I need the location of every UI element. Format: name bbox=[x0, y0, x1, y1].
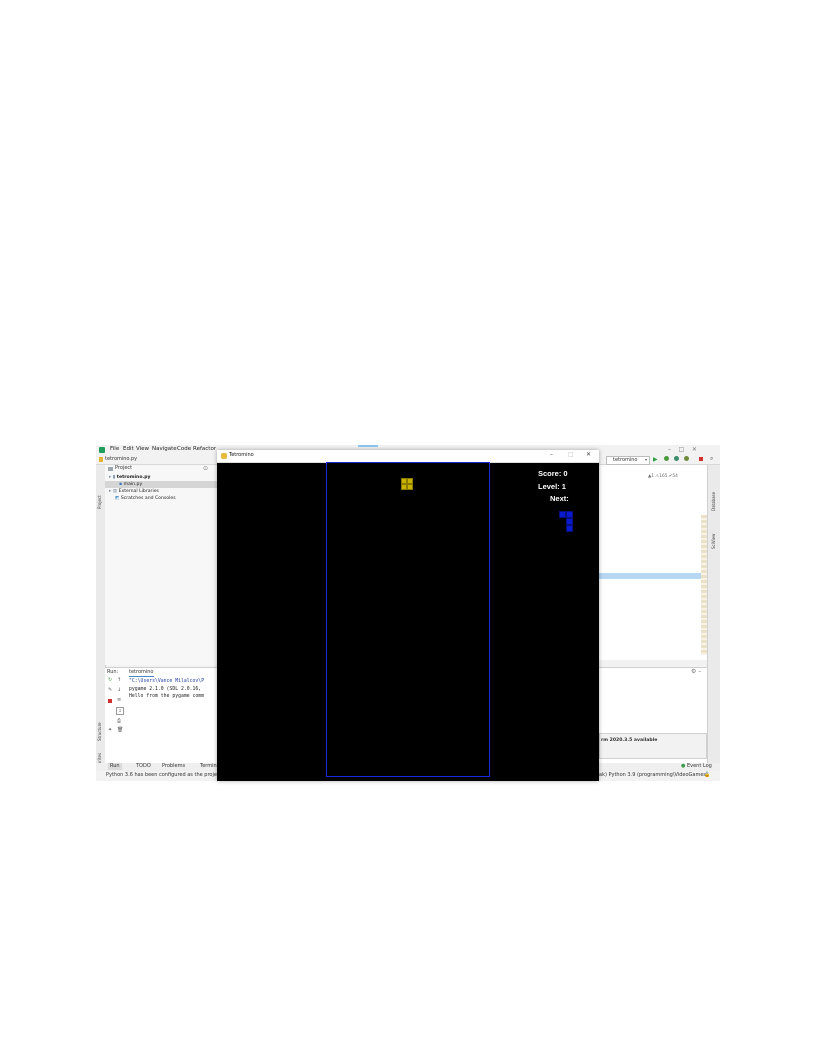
tree-item-main[interactable]: ▪ main.py bbox=[105, 481, 218, 488]
highlighted-line bbox=[599, 573, 707, 579]
window-controls[interactable]: – □ ✕ bbox=[668, 446, 697, 453]
coverage-icon[interactable] bbox=[674, 456, 679, 461]
tool-project[interactable]: Project bbox=[97, 495, 102, 509]
up-icon[interactable]: ↑ bbox=[117, 677, 121, 683]
menu-view[interactable]: View bbox=[136, 446, 149, 452]
score-label: Score: 0 bbox=[538, 469, 568, 478]
project-header: Project ⊙ bbox=[105, 465, 218, 473]
next-piece-cell bbox=[566, 511, 573, 518]
folder-icon: ▸ ▮ bbox=[109, 475, 116, 480]
library-icon: ▸ ▥ bbox=[109, 489, 118, 494]
ide-title-highlight bbox=[358, 445, 378, 447]
run-tab-label: Run: bbox=[107, 669, 119, 675]
menu-refactor[interactable]: Refactor bbox=[193, 446, 216, 452]
tab-todo[interactable]: TODO bbox=[136, 763, 151, 770]
stop-run-icon[interactable] bbox=[108, 699, 112, 703]
pygame-icon bbox=[221, 453, 227, 459]
next-piece-cell bbox=[566, 518, 573, 525]
tool-sciview[interactable]: SciView bbox=[711, 534, 716, 549]
minimize-button[interactable]: – bbox=[550, 451, 553, 458]
falling-piece-cell bbox=[407, 484, 413, 490]
search-icon[interactable]: ⌕ bbox=[710, 455, 713, 463]
lock-icon: 🔓 bbox=[704, 772, 711, 778]
run-panel: Run: tetromino ↻ ↑ ✎ ↓ ≡ ↧ ⎙ ✦ 🗑 "C:\Use… bbox=[105, 667, 218, 763]
tab-problems[interactable]: Problems bbox=[162, 763, 185, 770]
debug-icon[interactable] bbox=[664, 456, 669, 461]
tab-run[interactable]: Run bbox=[108, 763, 122, 770]
next-piece-cell bbox=[566, 525, 573, 532]
editor-area[interactable]: ▲1 ⚠165 ✔54 bbox=[599, 465, 707, 660]
tool-database[interactable]: Database bbox=[711, 492, 716, 511]
chevron-down-icon: ▾ bbox=[644, 457, 647, 462]
gear-icon[interactable]: ⊙ bbox=[203, 465, 208, 472]
menu-navigate[interactable]: Navigate bbox=[152, 446, 177, 452]
event-log-icon: ● bbox=[681, 763, 686, 769]
rerun-icon[interactable]: ↻ bbox=[108, 677, 112, 683]
folder-icon bbox=[108, 467, 113, 471]
tree-item-external-libraries[interactable]: ▸ ▥ External Libraries bbox=[109, 488, 159, 495]
down-icon[interactable]: ↓ bbox=[117, 687, 121, 693]
menu-code[interactable]: Code bbox=[177, 446, 191, 452]
maximize-button[interactable]: □ bbox=[568, 451, 574, 458]
scroll-end-icon[interactable]: ↧ bbox=[116, 707, 124, 715]
tool-structure[interactable]: Structure bbox=[97, 722, 102, 741]
inspection-widget[interactable]: ▲1 ⚠165 ✔54 bbox=[648, 473, 678, 480]
tree-item-scratches[interactable]: ◩ Scratches and Consoles bbox=[115, 495, 176, 502]
level-label: Level: 1 bbox=[538, 482, 566, 491]
profile-icon[interactable] bbox=[684, 456, 689, 461]
menu-file[interactable]: File bbox=[110, 446, 119, 452]
game-window[interactable]: Tetromino – □ ✕ Score: 0 Level: 1 Next: bbox=[217, 450, 599, 781]
run-tab-tetromino[interactable]: tetromino bbox=[129, 669, 154, 677]
soft-wrap-icon[interactable]: ≡ bbox=[117, 697, 121, 703]
console-line-1: "C:\Users\Vance Milalcov\P bbox=[129, 679, 205, 684]
breadcrumb-file[interactable]: tetromino.py bbox=[105, 456, 137, 463]
project-panel: Project ⊙ ▸ ▮ tetromino.py ▪ main.py ▸ ▥… bbox=[105, 465, 218, 665]
game-window-title: Tetromino bbox=[229, 452, 254, 458]
file-icon bbox=[99, 457, 103, 462]
scratch-icon: ◩ bbox=[115, 496, 120, 501]
run-config-select[interactable]: tetromino ▾ bbox=[606, 456, 650, 465]
run-icon[interactable]: ▶ bbox=[653, 456, 658, 463]
run-settings-gear-icon[interactable]: ⚙ – bbox=[691, 668, 701, 675]
menu-edit[interactable]: Edit bbox=[123, 446, 134, 452]
print-icon[interactable]: ⎙ bbox=[117, 718, 121, 724]
close-button[interactable]: ✕ bbox=[586, 451, 591, 458]
console-line-2: pygame 2.1.0 (SDL 2.0.16, bbox=[129, 686, 202, 692]
event-log[interactable]: ● Event Log bbox=[681, 763, 712, 770]
run-panel-right: ⚙ – rm 2020.3.5 available bbox=[599, 667, 707, 763]
status-message[interactable]: Python 3.6 has been configured as the pr… bbox=[106, 772, 235, 779]
next-label: Next: bbox=[550, 494, 569, 503]
wrench-icon[interactable]: ✎ bbox=[108, 687, 112, 693]
console-output[interactable]: "C:\Users\Vance Milalcov\P pygame 2.1.0 … bbox=[129, 678, 204, 701]
pin-icon[interactable]: ✦ bbox=[108, 727, 112, 733]
update-notification[interactable]: rm 2020.3.5 available bbox=[599, 733, 707, 759]
pycharm-logo-icon bbox=[99, 447, 105, 453]
console-line-3: Hello from the pygame comm bbox=[129, 694, 205, 699]
playfield-well bbox=[326, 462, 490, 777]
right-tool-strip: Database SciView bbox=[707, 465, 720, 765]
trash-icon[interactable]: 🗑 bbox=[117, 727, 123, 733]
python-file-icon: ▪ bbox=[119, 482, 123, 487]
stop-icon[interactable] bbox=[699, 457, 703, 461]
run-toolbar: ↻ ↑ ✎ ↓ ≡ ↧ ⎙ ✦ 🗑 bbox=[105, 676, 127, 756]
interpreter-status[interactable]: ak) Python 3.9 (programming\VideoGames) bbox=[599, 772, 708, 779]
tree-item-tetromino[interactable]: ▸ ▮ tetromino.py bbox=[109, 474, 151, 481]
next-piece-cell bbox=[559, 511, 566, 518]
